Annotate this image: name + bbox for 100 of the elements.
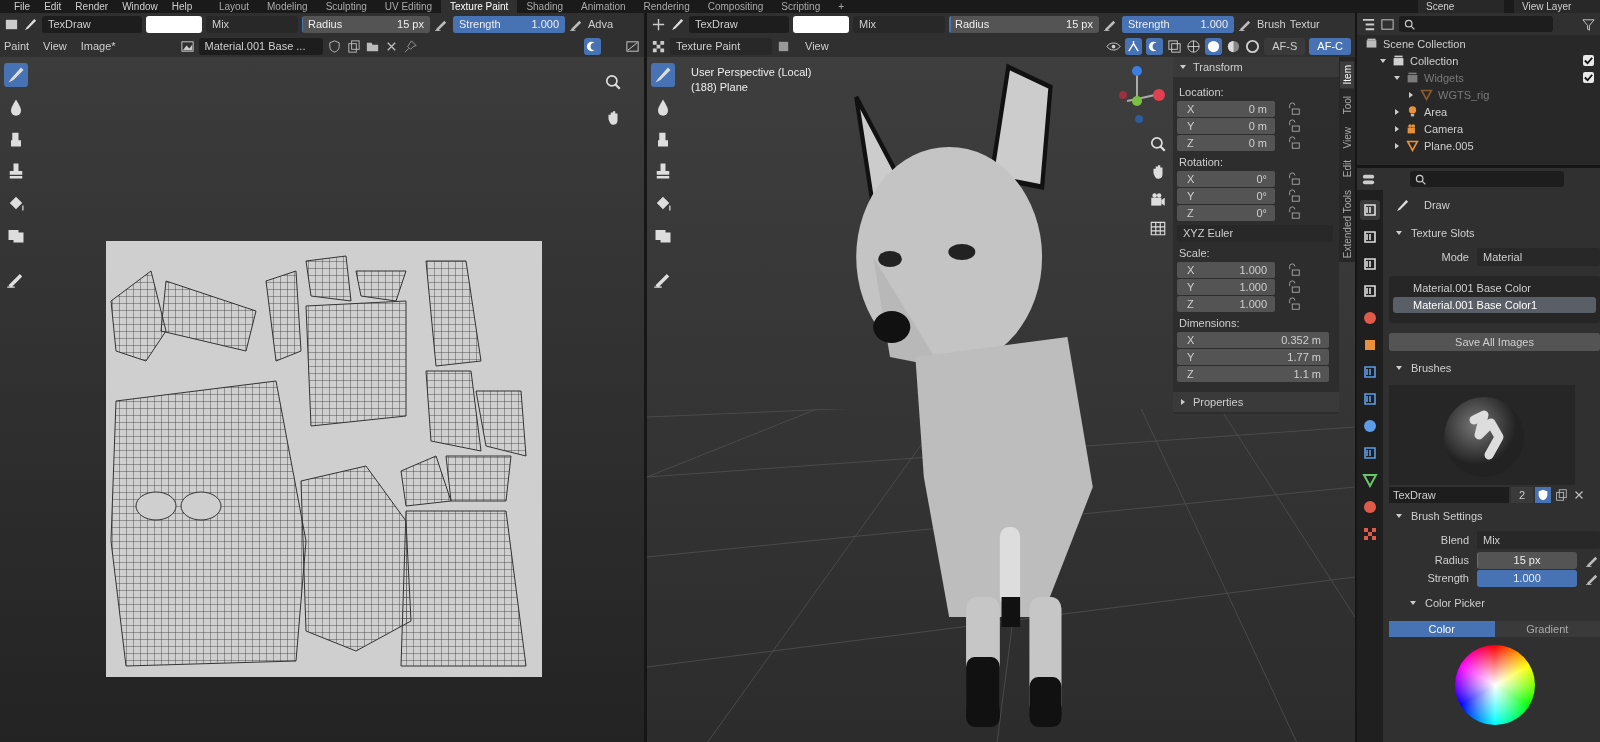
blend-dropdown[interactable]: Mix	[206, 15, 298, 33]
workspace-tab[interactable]: UV Editing	[375, 0, 441, 13]
duplicate-icon[interactable]	[1553, 487, 1569, 503]
lock-icon[interactable]	[1287, 206, 1301, 220]
brush-icon[interactable]	[670, 16, 685, 32]
zoom-icon[interactable]	[1149, 135, 1167, 153]
number-field[interactable]: X 0°	[1177, 171, 1275, 187]
strength-slider[interactable]: 1.000	[1477, 569, 1577, 587]
add-workspace-button[interactable]: +	[829, 0, 854, 13]
save-all-images-button[interactable]: Save All Images	[1389, 333, 1600, 351]
outliner-item[interactable]: Area	[1424, 105, 1448, 118]
pin-icon[interactable]	[402, 38, 418, 54]
wireframe-shading-icon[interactable]	[1186, 38, 1202, 54]
duplicate-icon[interactable]	[345, 38, 361, 54]
color-mode-tab[interactable]: Gradient	[1494, 621, 1600, 637]
disclosure-icon[interactable]	[1379, 56, 1387, 65]
gizmo-icon[interactable]	[1125, 37, 1143, 55]
panel-header[interactable]: Brushes	[1389, 357, 1600, 379]
panel-header[interactable]: Properties	[1173, 392, 1339, 412]
number-field[interactable]: Y 1.77 m	[1177, 349, 1329, 365]
menu-item[interactable]: Window	[122, 1, 158, 12]
overlay-icon[interactable]	[584, 37, 601, 55]
image-icon[interactable]	[179, 38, 195, 54]
menu-item[interactable]: File	[14, 1, 31, 12]
strength-slider[interactable]: Strength 1.000	[453, 15, 565, 33]
lock-icon[interactable]	[1287, 280, 1301, 294]
brush-preview-drawing[interactable]	[1389, 385, 1575, 485]
sidebar-tab[interactable]: Edit	[1340, 156, 1354, 182]
color-mode-tab[interactable]: Color	[1389, 621, 1495, 637]
panel-header[interactable]: Transform	[1173, 57, 1339, 77]
brush-icon[interactable]	[651, 63, 675, 87]
disclosure-icon[interactable]	[1393, 107, 1401, 116]
lock-icon[interactable]	[1287, 102, 1301, 116]
workspace-tab[interactable]: Scripting	[772, 0, 830, 13]
view-layer-field[interactable]: View Layer	[1514, 0, 1600, 13]
menu-item[interactable]: Render	[75, 1, 109, 12]
outliner-item[interactable]: Scene Collection	[1383, 37, 1466, 50]
disclosure-icon[interactable]	[1393, 124, 1401, 133]
advanced-menu[interactable]: Adva	[588, 18, 614, 30]
panel-header[interactable]: Brush Settings	[1389, 505, 1600, 527]
number-field[interactable]: Z 0 m	[1177, 135, 1275, 151]
workspace-tab[interactable]: Animation	[572, 0, 635, 13]
overlay-icon[interactable]	[1146, 37, 1164, 55]
brush-icon[interactable]	[23, 16, 38, 32]
grid-icon[interactable]	[1149, 219, 1167, 237]
shield-icon[interactable]	[326, 38, 342, 54]
color-swatch[interactable]	[146, 15, 202, 33]
lock-icon[interactable]	[1287, 172, 1301, 186]
display-mode-icon[interactable]	[1380, 16, 1395, 32]
mode-dropdown[interactable]: Texture Paint	[670, 37, 772, 55]
number-field[interactable]: X 0.352 m	[1177, 332, 1329, 348]
number-field[interactable]: Y 1.000	[1177, 279, 1275, 295]
lock-icon[interactable]	[1287, 189, 1301, 203]
filter-icon[interactable]	[1581, 16, 1596, 32]
zoom-icon[interactable]	[604, 73, 622, 91]
number-field[interactable]: Z 1.000	[1177, 296, 1275, 312]
number-field[interactable]: X 0 m	[1177, 101, 1275, 117]
outliner-item[interactable]: Collection	[1410, 54, 1459, 67]
strength-slider[interactable]: Strength 1.000	[1122, 15, 1234, 33]
xray-icon[interactable]	[1167, 38, 1183, 54]
menu-item[interactable]: Edit	[44, 1, 62, 12]
header-menu[interactable]: View	[805, 40, 829, 52]
rendered-shading-icon[interactable]	[1245, 38, 1261, 54]
sidebar-tab[interactable]: View	[1340, 122, 1354, 153]
slot-item[interactable]: Material.001 Base Color	[1393, 280, 1596, 296]
user-count[interactable]: 2	[1511, 487, 1533, 503]
header-menu[interactable]: View	[43, 40, 67, 52]
workspace-tab[interactable]: Sculpting	[316, 0, 376, 13]
panel-header[interactable]: Texture Slots	[1389, 222, 1600, 244]
disclosure-icon[interactable]	[1393, 141, 1401, 150]
blend-dropdown[interactable]: Mix	[1477, 531, 1600, 549]
sidebar-tab[interactable]: Item	[1340, 61, 1354, 89]
header-menu[interactable]: Textur	[1289, 18, 1320, 30]
slot-item[interactable]: Material.001 Base Color1	[1393, 297, 1596, 313]
shield-icon[interactable]	[1535, 487, 1551, 503]
outliner-item[interactable]: Plane.005	[1424, 139, 1474, 152]
workspace-tab[interactable]: Rendering	[634, 0, 699, 13]
lock-icon[interactable]	[1287, 119, 1301, 133]
display-channels-icon[interactable]	[625, 38, 640, 54]
radius-slider[interactable]: Radius 15 px	[949, 15, 1099, 33]
blend-dropdown[interactable]: Mix	[853, 15, 945, 33]
checker-icon[interactable]	[651, 38, 666, 54]
number-field[interactable]: X 1.000	[1177, 262, 1275, 278]
list-icon[interactable]	[1361, 16, 1376, 32]
scene-field[interactable]: Scene	[1418, 0, 1504, 13]
sidebar-tab[interactable]: Tool	[1340, 92, 1354, 119]
workspace-tab[interactable]: Texture Paint	[441, 0, 518, 13]
rotation-mode-dropdown[interactable]: XYZ Euler	[1177, 225, 1333, 242]
number-field[interactable]: Z 0°	[1177, 205, 1275, 221]
image-name-field[interactable]: Material.001 Base ...	[198, 37, 323, 55]
material-shading-icon[interactable]	[1226, 38, 1242, 54]
editor-type-icon[interactable]	[651, 16, 666, 32]
number-field[interactable]: Y 0°	[1177, 188, 1275, 204]
workspace-tab[interactable]: Shading	[517, 0, 573, 13]
header-menu[interactable]: Brush	[1257, 18, 1286, 30]
color-swatch[interactable]	[793, 15, 849, 33]
mode-dropdown[interactable]: Paint	[4, 40, 30, 52]
outliner-item[interactable]: Camera	[1424, 122, 1464, 135]
solid-shading-icon[interactable]	[1205, 37, 1223, 55]
brush-icon[interactable]	[4, 63, 28, 87]
